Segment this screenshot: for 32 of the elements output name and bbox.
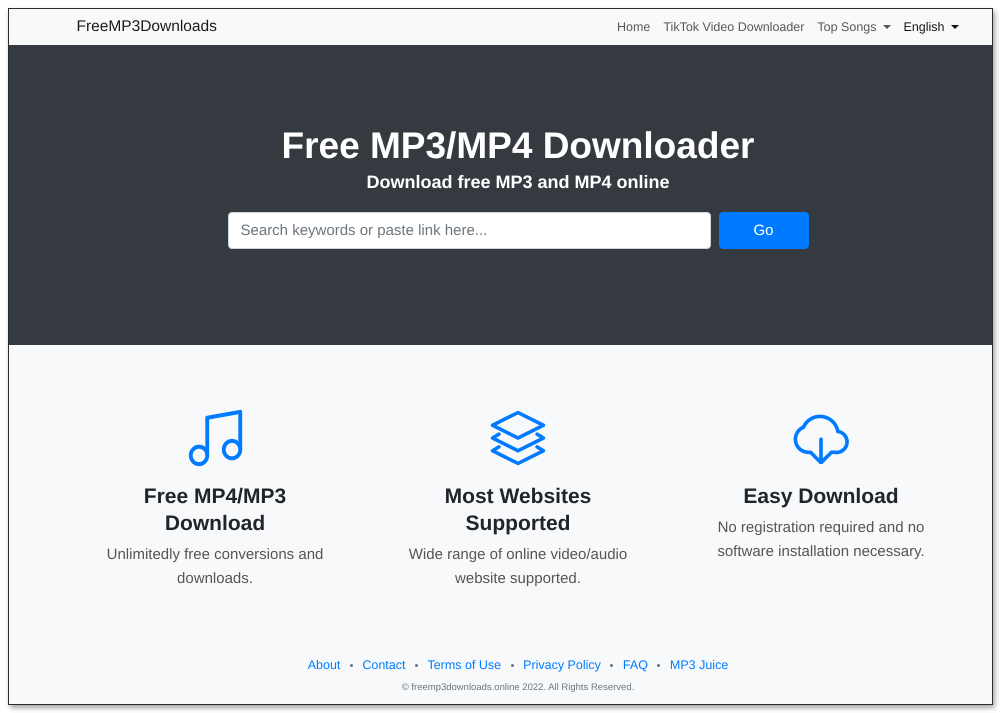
separator-dot-icon bbox=[657, 664, 660, 666]
nav-link[interactable]: Home bbox=[617, 20, 650, 34]
nav-dropdown[interactable]: Top Songs bbox=[817, 20, 890, 34]
feature-title: Most Websites Supported bbox=[444, 484, 592, 537]
caret-down-icon bbox=[882, 25, 890, 29]
music-note-icon bbox=[188, 409, 242, 467]
feature-description: No registration required and no software installation necessary. bbox=[716, 518, 926, 562]
feature-description: Unlimitedly free conversions and downloads. bbox=[106, 545, 324, 589]
hero-subtitle: Download free MP3 and MP4 online bbox=[366, 171, 670, 193]
nav-link[interactable]: TikTok Video Downloader bbox=[663, 20, 804, 34]
search-field[interactable]: Search keywords or paste link here... bbox=[228, 212, 710, 249]
site-logo[interactable]: FreeMP3Downloads bbox=[76, 18, 217, 36]
footer-link[interactable]: Privacy Policy bbox=[523, 657, 601, 673]
hero-title: Free MP3/MP4 Downloader bbox=[282, 125, 754, 166]
separator-dot-icon bbox=[414, 664, 418, 666]
separator-dot-icon bbox=[510, 664, 514, 666]
separator-dot-icon bbox=[610, 664, 614, 666]
nav-dropdown[interactable]: English bbox=[904, 20, 958, 34]
go-button[interactable]: Go bbox=[718, 212, 808, 249]
layers-icon bbox=[489, 410, 547, 466]
separator-dot-icon bbox=[350, 664, 353, 666]
footer-link[interactable]: MP3 Juice bbox=[670, 657, 728, 673]
feature-title: Free MP4/MP3 Download bbox=[142, 484, 288, 537]
feature-description: Wide range of online video/audio website supported. bbox=[408, 545, 628, 589]
copyright-text: © freemp3downloads.online 2022. All Rights Reserved. bbox=[402, 682, 634, 694]
feature-title: Easy Download bbox=[743, 484, 899, 510]
footer-link[interactable]: About bbox=[308, 657, 340, 673]
footer-link[interactable]: FAQ bbox=[622, 657, 648, 673]
cloud-download-icon bbox=[792, 412, 850, 464]
caret-down-icon bbox=[950, 25, 958, 29]
footer-link[interactable]: Contact bbox=[362, 657, 406, 673]
footer-link[interactable]: Terms of Use bbox=[427, 657, 502, 673]
